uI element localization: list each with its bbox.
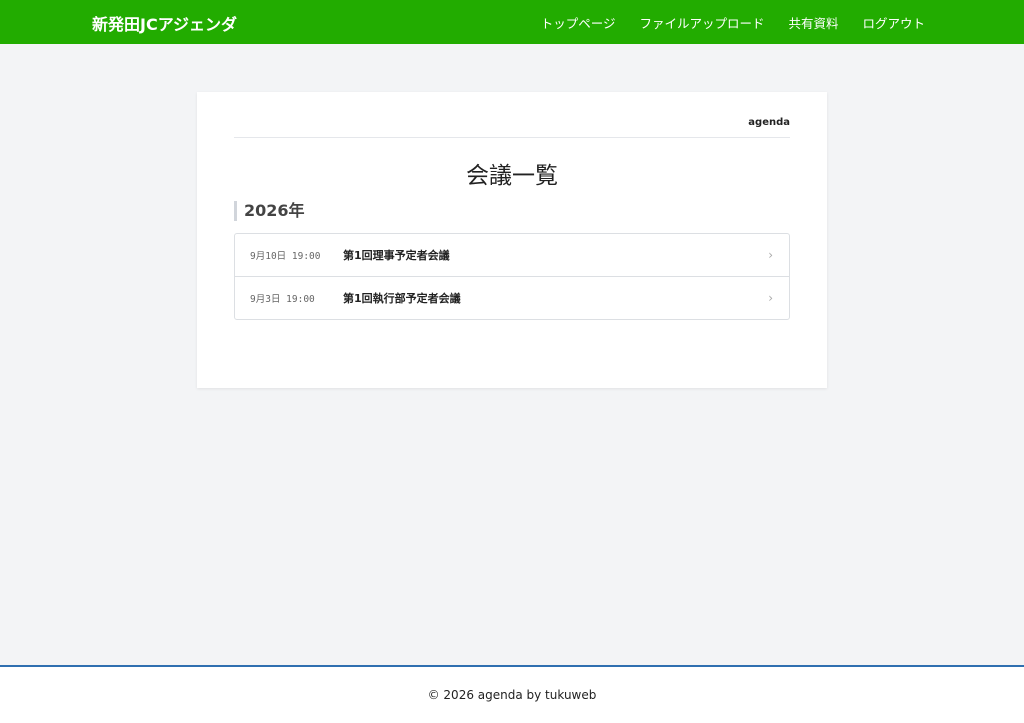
meeting-date: 9月3日 19:00 [250,294,315,305]
copyright-text: © 2026 agenda by tukuweb [427,688,597,702]
page-footer: © 2026 agenda by tukuweb [0,665,1024,723]
meeting-name: 第1回執行部予定者会議 [343,292,461,305]
chevron-right-icon: › [768,248,773,262]
year-heading: 2026年 [234,201,305,221]
site-brand[interactable]: 新発田JCアジェンダ [92,11,237,35]
nav-link-file-upload[interactable]: ファイルアップロード [639,13,764,32]
meeting-list: 9月10日 19:00 第1回理事予定者会議 › 9月3日 19:00 第1回執… [234,233,790,320]
main-card: agenda 会議一覧 2026年 9月10日 19:00 第1回理事予定者会議… [197,92,827,388]
breadcrumb[interactable]: agenda [748,117,790,128]
top-navbar: 新発田JCアジェンダ トップページ ファイルアップロード 共有資料 ログアウト [0,0,1024,44]
nav-link-top-page[interactable]: トップページ [541,13,616,32]
meeting-date: 9月10日 19:00 [250,251,321,262]
breadcrumb-divider [234,137,790,138]
meeting-row[interactable]: 9月10日 19:00 第1回理事予定者会議 › [235,234,789,276]
nav-link-shared-documents[interactable]: 共有資料 [788,13,838,32]
nav-link-logout[interactable]: ログアウト [862,13,925,32]
meeting-name: 第1回理事予定者会議 [343,249,450,262]
page-title: 会議一覧 [466,163,558,189]
nav-links: トップページ ファイルアップロード 共有資料 ログアウト [541,0,925,44]
chevron-right-icon: › [768,291,773,305]
meeting-row[interactable]: 9月3日 19:00 第1回執行部予定者会議 › [235,276,789,319]
